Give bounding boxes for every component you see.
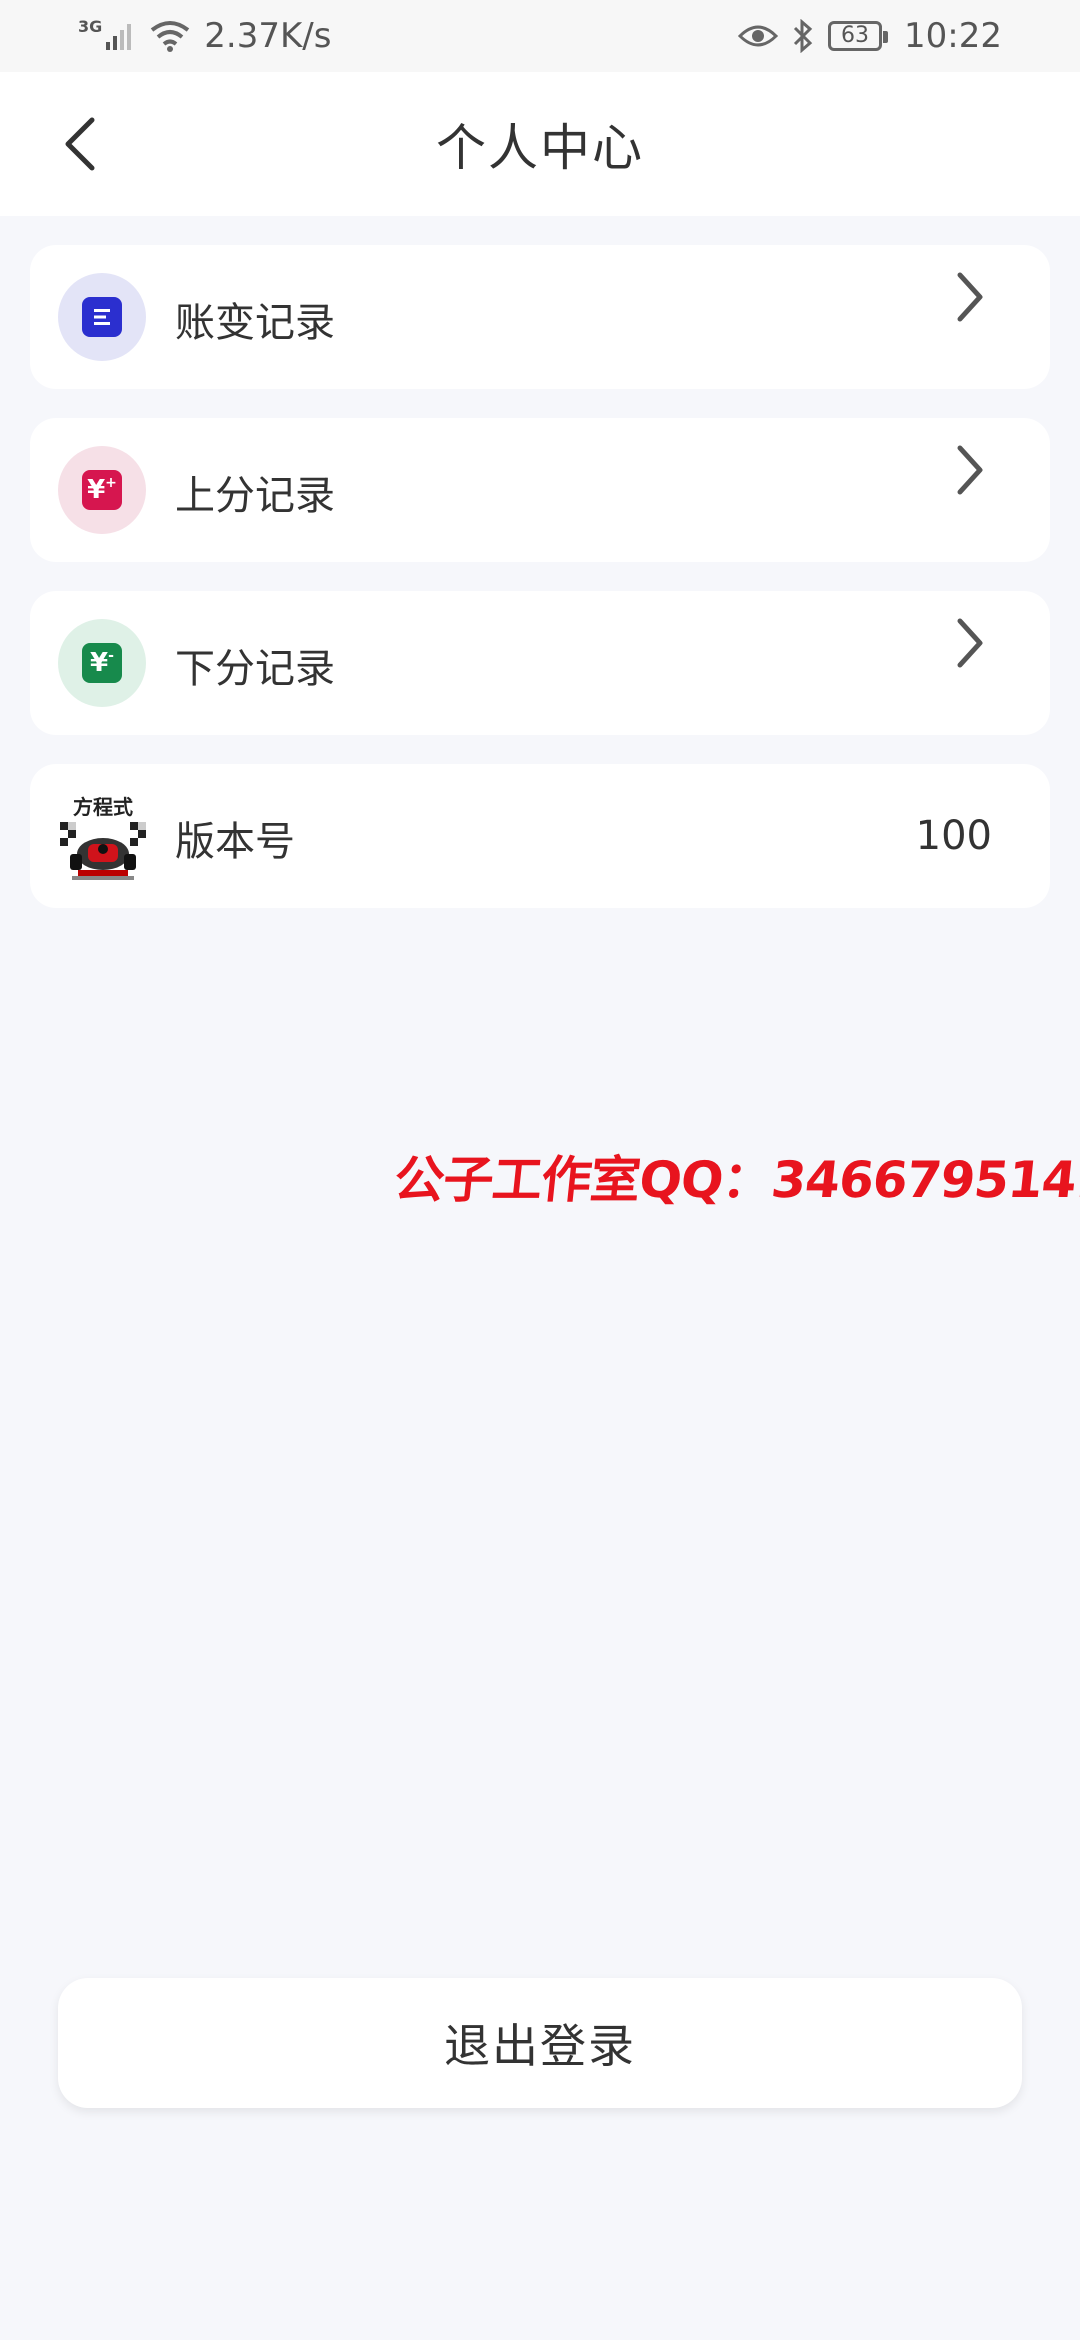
battery-indicator: 63 xyxy=(828,21,889,51)
nav-bar: 个人中心 xyxy=(0,72,1080,216)
menu-item-label: 上分记录 xyxy=(175,473,335,519)
network-speed: 2.37K/s xyxy=(204,16,332,56)
version-row: 方程式 版本号 100 xyxy=(30,764,1050,908)
chevron-right-icon xyxy=(940,267,1000,327)
status-left: 3G 2.37K/s xyxy=(78,16,331,56)
eye-icon xyxy=(738,25,779,47)
watermark-text: 公子工作室QQ：3466795141 xyxy=(391,1151,1080,1209)
svg-text:方程式: 方程式 xyxy=(73,795,133,819)
page-title: 个人中心 xyxy=(436,119,644,177)
yen-plus-icon: ¥ + xyxy=(82,470,122,510)
clock: 10:22 xyxy=(904,16,1002,56)
icon-circle: ¥ + xyxy=(58,446,146,534)
chevron-right-icon xyxy=(940,613,1000,673)
icon-circle xyxy=(58,273,146,361)
menu-item-balance-records[interactable]: 账变记录 xyxy=(30,245,1050,389)
menu-item-withdraw-records[interactable]: ¥ - 下分记录 xyxy=(30,591,1050,735)
network-type: 3G xyxy=(78,16,103,36)
icon-circle: ¥ - xyxy=(58,619,146,707)
battery-level: 63 xyxy=(841,23,870,48)
version-value: 100 xyxy=(915,813,992,859)
document-list-icon xyxy=(82,297,122,337)
logout-button[interactable]: 退出登录 xyxy=(58,1978,1022,2108)
bluetooth-icon xyxy=(793,19,813,53)
app-logo: 方程式 xyxy=(60,795,146,880)
menu-item-label: 账变记录 xyxy=(175,300,335,346)
status-right: 63 10:22 xyxy=(738,16,1002,56)
status-bar: 3G 2.37K/s 63 10:22 xyxy=(0,0,1080,72)
signal-icon xyxy=(106,24,132,50)
wifi-icon xyxy=(151,21,190,52)
version-label: 版本号 xyxy=(175,819,295,865)
chevron-right-icon xyxy=(940,440,1000,500)
yen-minus-icon: ¥ - xyxy=(82,643,122,683)
menu-item-label: 下分记录 xyxy=(175,646,335,692)
menu-item-deposit-records[interactable]: ¥ + 上分记录 xyxy=(30,418,1050,562)
